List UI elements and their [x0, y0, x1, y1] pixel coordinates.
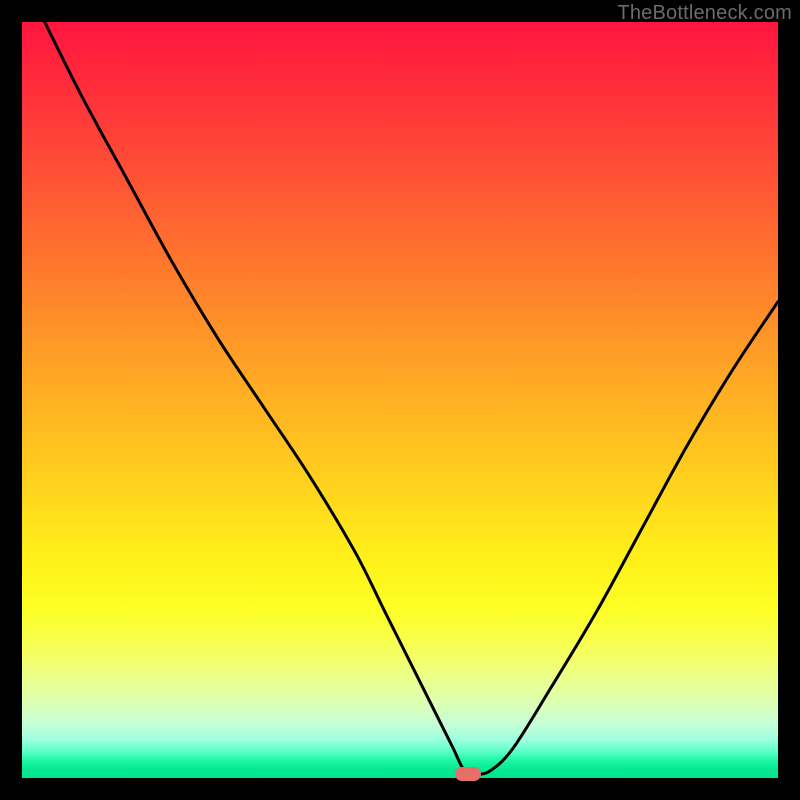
chart-frame: TheBottleneck.com	[0, 0, 800, 800]
optimum-marker	[455, 767, 481, 781]
plot-area	[22, 22, 778, 778]
curve-svg	[22, 22, 778, 778]
watermark-text: TheBottleneck.com	[617, 2, 792, 25]
bottleneck-curve	[45, 22, 778, 774]
